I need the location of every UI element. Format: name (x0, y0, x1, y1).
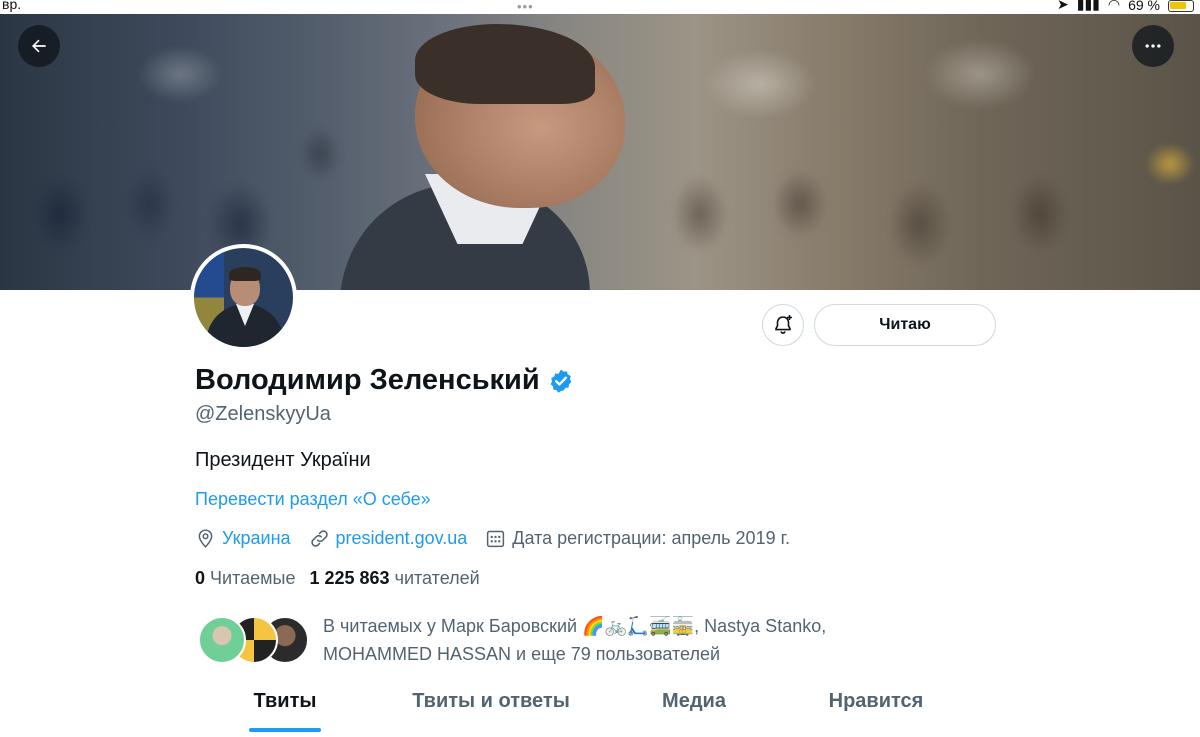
tab-likes[interactable]: Нравится (781, 680, 971, 737)
location-pin-icon (198, 529, 213, 548)
tab-label: Твиты (253, 690, 317, 712)
profile-banner[interactable] (0, 14, 1200, 290)
link-icon (310, 530, 328, 547)
multitasking-dots-icon[interactable]: ••• (517, 0, 534, 14)
tab-label: Нравится (828, 690, 924, 712)
following-button[interactable]: Читаю (814, 304, 996, 346)
status-indicators: ➤ ▮▮▮ ◠ 69 % (1057, 0, 1194, 13)
battery-percent: 69 % (1128, 0, 1160, 13)
more-button[interactable] (1132, 25, 1174, 67)
profile-avatar[interactable] (190, 244, 297, 351)
back-button[interactable] (18, 25, 60, 67)
followers-stat[interactable]: 1 225 863 читателей (309, 568, 479, 589)
tab-tweets[interactable]: Твиты (195, 680, 375, 737)
followers-label: читателей (394, 568, 480, 588)
wifi-icon: ◠ (1107, 0, 1121, 12)
notifications-button[interactable] (762, 304, 804, 346)
tab-label: Медиа (662, 690, 726, 712)
profile-bio: Президент України (195, 449, 371, 471)
followed-by-line: В читаемых у Марк Баровский 🌈🚲🛴🚎🚋, Nasty… (323, 616, 827, 636)
profile-handle: @ZelenskyyUa (195, 403, 331, 425)
calendar-icon (487, 530, 505, 548)
location-item: Украина (195, 528, 291, 549)
following-count: 0 (195, 568, 206, 588)
location-arrow-icon: ➤ (1057, 0, 1069, 12)
arrow-left-icon (32, 39, 46, 53)
followed-by-avatars[interactable] (198, 616, 313, 666)
following-label: Читаемые (210, 568, 296, 588)
joined-date: Дата регистрации: апрель 2019 г. (512, 528, 790, 548)
bell-plus-icon (775, 315, 792, 334)
following-stat[interactable]: 0 Читаемые (195, 568, 295, 589)
display-name: Володимир Зеленський (195, 364, 540, 396)
verified-badge-icon[interactable] (548, 368, 574, 394)
status-bar: вр. ••• ➤ ▮▮▮ ◠ 69 % (0, 0, 1200, 14)
signal-icon: ▮▮▮ (1076, 0, 1100, 12)
more-horizontal-icon (1145, 44, 1161, 48)
name-row: Володимир Зеленський (195, 364, 574, 397)
active-tab-indicator (249, 728, 321, 732)
status-time: вр. (2, 0, 22, 12)
follower-avatar (198, 616, 246, 664)
location-text[interactable]: Украина (222, 528, 291, 549)
battery-icon (1168, 0, 1194, 12)
profile-meta: Украина president.gov.ua Дата регистраци… (195, 528, 808, 549)
profile-tabs: Твиты Твиты и ответы Медиа Нравится (195, 680, 1000, 737)
translate-bio-link[interactable]: Перевести раздел «О себе» (195, 489, 431, 510)
joined-item: Дата регистрации: апрель 2019 г. (485, 528, 790, 549)
follow-counts: 0 Читаемые 1 225 863 читателей (195, 568, 480, 589)
followed-by-line: MOHAMMED HASSAN и еще 79 пользователей (323, 644, 721, 664)
avatar-hair (229, 267, 261, 281)
tab-label: Твиты и ответы (412, 690, 570, 712)
tab-tweets-and-replies[interactable]: Твиты и ответы (375, 680, 607, 737)
website-link[interactable]: president.gov.ua (336, 528, 468, 549)
followed-by-text[interactable]: В читаемых у Марк Баровский 🌈🚲🛴🚎🚋, Nasty… (323, 612, 943, 668)
tab-media[interactable]: Медиа (607, 680, 781, 737)
followers-count: 1 225 863 (309, 568, 390, 588)
website-item: president.gov.ua (309, 528, 468, 549)
